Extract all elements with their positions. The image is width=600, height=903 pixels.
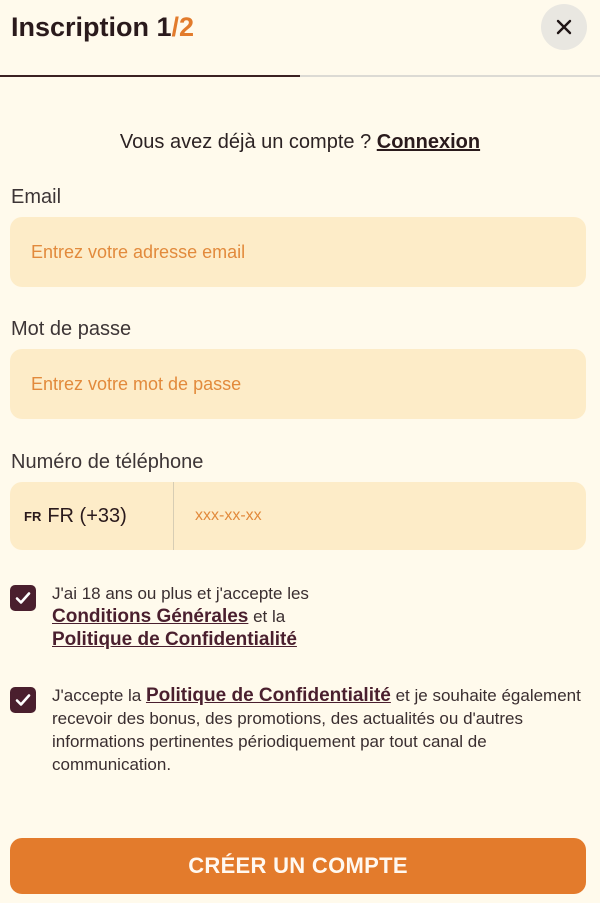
- marketing-text-part-1: J'accepte la: [52, 686, 146, 705]
- close-icon: [556, 19, 572, 35]
- progress-fill: [0, 75, 300, 77]
- password-field[interactable]: [10, 349, 586, 419]
- phone-label: Numéro de téléphone: [11, 451, 204, 473]
- country-code-value: FR (+33): [47, 504, 127, 527]
- checkmark-icon: [15, 592, 31, 604]
- consent-terms: J'ai 18 ans ou plus et j'accepte les Con…: [10, 582, 590, 651]
- checkmark-icon: [15, 694, 31, 706]
- email-label: Email: [11, 186, 62, 208]
- phone-field-group: FR FR (+33): [10, 482, 586, 550]
- terms-privacy-link[interactable]: Politique de Confidentialité: [52, 629, 297, 650]
- title-step: Inscription 1: [11, 12, 172, 42]
- terms-text-part-1: J'ai 18 ans ou plus et j'accepte les: [52, 584, 309, 603]
- phone-input[interactable]: [174, 482, 586, 550]
- title-total: 2: [179, 12, 195, 42]
- create-account-button[interactable]: CRÉER UN COMPTE: [10, 838, 586, 894]
- terms-text: J'ai 18 ans ou plus et j'accepte les Con…: [52, 582, 309, 651]
- header: Inscription 1/2: [0, 0, 600, 78]
- marketing-checkbox[interactable]: [10, 687, 36, 713]
- consent-marketing: J'accepte la Politique de Confidentialit…: [10, 684, 590, 776]
- title-separator: /: [171, 12, 180, 42]
- page-title: Inscription 1/2: [11, 10, 194, 44]
- login-prompt-text: Vous avez déjà un compte ?: [119, 131, 377, 153]
- terms-text-part-2: et la: [248, 607, 286, 626]
- marketing-privacy-link[interactable]: Politique de Confidentialité: [146, 685, 391, 706]
- login-link[interactable]: Connexion: [377, 131, 480, 153]
- terms-checkbox[interactable]: [10, 585, 36, 611]
- terms-conditions-link[interactable]: Conditions Générales: [52, 606, 248, 627]
- close-button[interactable]: [541, 4, 587, 50]
- password-label: Mot de passe: [11, 318, 132, 340]
- email-field[interactable]: [10, 217, 586, 287]
- progress-track: [0, 75, 600, 77]
- login-prompt: Vous avez déjà un compte ? Connexion: [0, 129, 600, 155]
- marketing-text: J'accepte la Politique de Confidentialit…: [52, 684, 590, 776]
- country-flag-code: FR: [24, 508, 42, 524]
- country-code-select[interactable]: FR FR (+33): [10, 482, 174, 550]
